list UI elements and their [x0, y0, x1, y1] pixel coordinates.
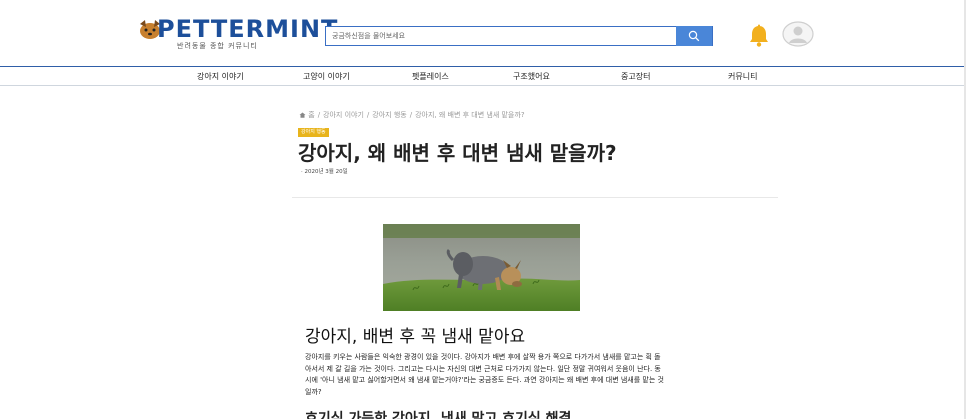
article-title: 강아지, 왜 배변 후 대변 냄새 맡을까? — [298, 141, 617, 165]
divider — [292, 197, 778, 198]
article-image-dog — [383, 224, 580, 311]
nav-item-dog-stories[interactable]: 강아지 이야기 — [197, 71, 244, 82]
breadcrumb-home[interactable]: 홈 — [308, 111, 314, 119]
nav-item-pet-place[interactable]: 펫플레이스 — [412, 71, 449, 82]
logo-text: PETTERMINT — [157, 15, 339, 43]
main-nav: 강아지 이야기 고양이 이야기 펫플레이스 구조했어요 중고장터 커뮤니티 — [0, 66, 966, 86]
user-avatar-icon[interactable] — [782, 21, 814, 47]
search-bar — [325, 25, 713, 46]
search-input[interactable] — [326, 27, 676, 44]
breadcrumb-dog-stories[interactable]: 강아지 이야기 — [323, 111, 364, 119]
home-icon — [299, 112, 306, 118]
site-logo[interactable]: PETTERMINT 반려동물 종합 커뮤니티 — [137, 14, 337, 54]
article-date: · 2020년 3월 20일 — [301, 169, 348, 175]
bell-icon[interactable] — [748, 24, 770, 48]
article-date-text: 2020년 3월 20일 — [304, 169, 348, 175]
nav-item-cat-stories[interactable]: 고양이 이야기 — [303, 71, 350, 82]
search-icon — [688, 30, 700, 41]
nav-item-market[interactable]: 중고장터 — [621, 71, 650, 82]
article-subheading: 호기심 가득한 강아지, 냄새 맡고 호기심 해결 — [305, 411, 572, 419]
nav-item-rescue[interactable]: 구조했어요 — [513, 71, 550, 82]
article-heading: 강아지, 배변 후 꼭 냄새 맡아요 — [305, 327, 526, 347]
nav-item-community[interactable]: 커뮤니티 — [728, 71, 757, 82]
logo-subtitle: 반려동물 종합 커뮤니티 — [177, 42, 258, 50]
category-badge[interactable]: 강아지 행동 — [298, 128, 329, 137]
site-header: PETTERMINT 반려동물 종합 커뮤니티 — [0, 0, 966, 66]
breadcrumb-dog-behavior[interactable]: 강아지 행동 — [372, 111, 406, 119]
article-paragraph: 강아지를 키우는 사람들은 익숙한 광경이 있을 것이다. 강아지가 배변 후에… — [305, 353, 664, 396]
breadcrumb: 홈 / 강아지 이야기 / 강아지 행동 / 강아지, 왜 배변 후 대변 냄새 맡을까? — [299, 110, 525, 120]
breadcrumb-current: 강아지, 왜 배변 후 대변 냄새 맡을까? — [415, 111, 525, 119]
search-button[interactable] — [676, 25, 712, 46]
